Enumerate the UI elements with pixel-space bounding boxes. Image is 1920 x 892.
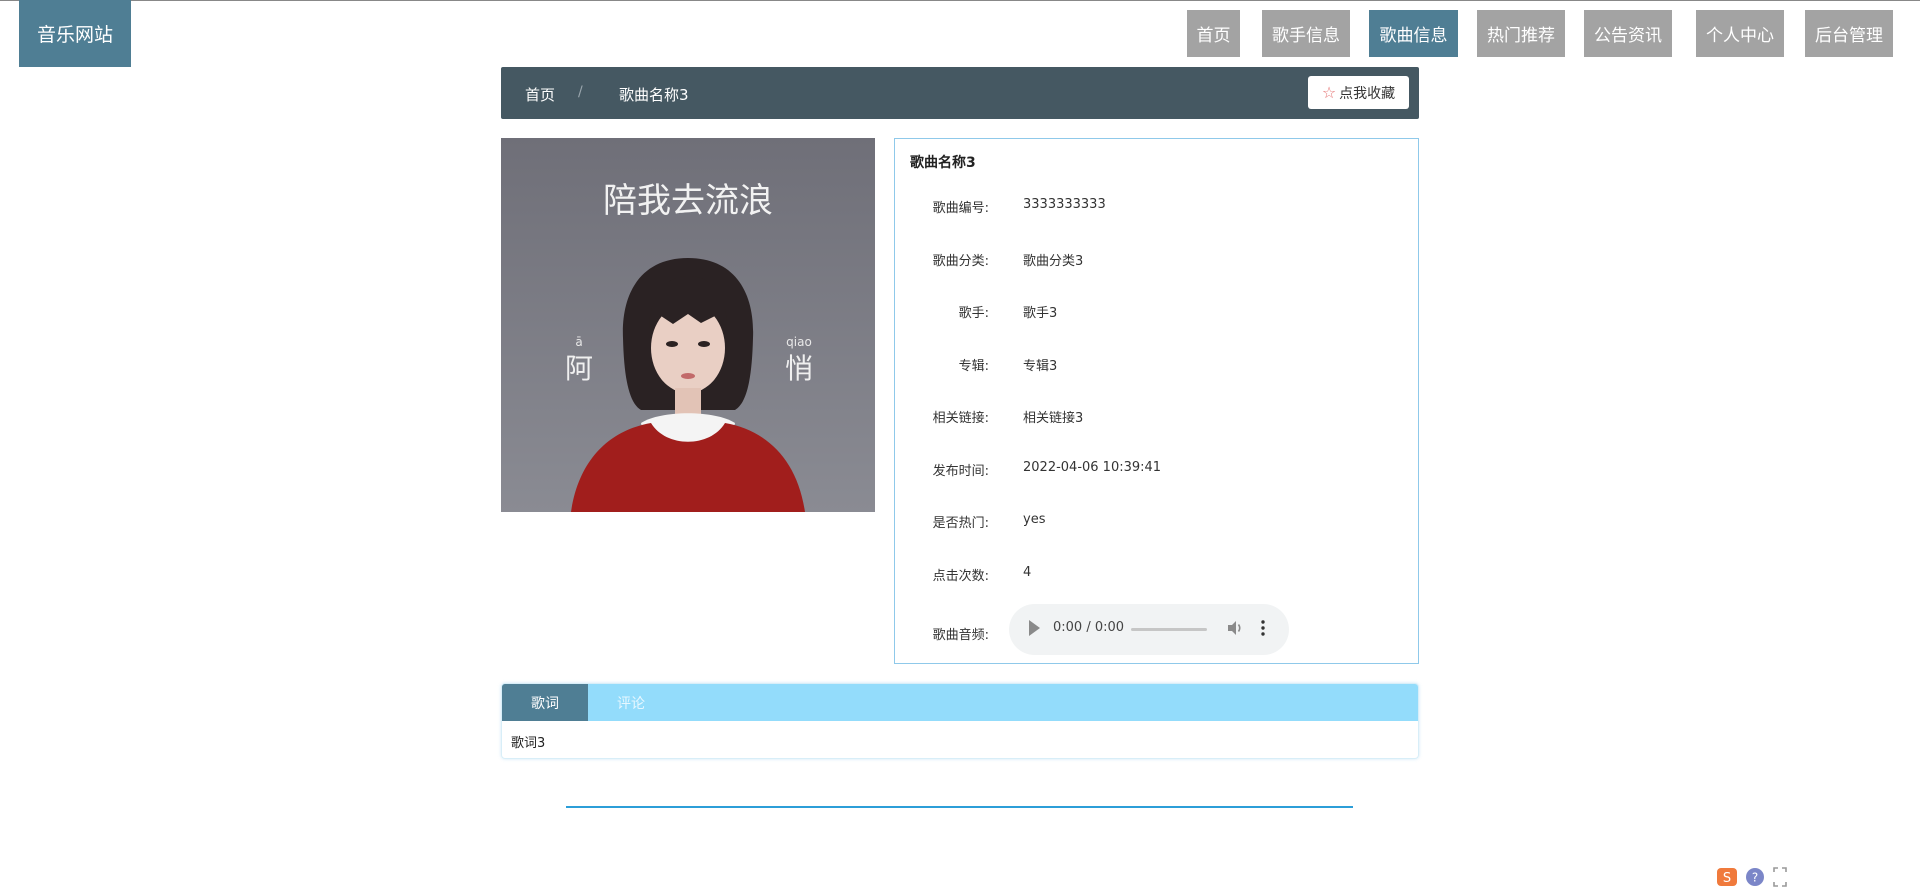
field-singer: 歌手: 歌手3 [895, 298, 1415, 322]
main-nav: 首页 歌手信息 歌曲信息 热门推荐 公告资讯 个人中心 后台管理 [0, 10, 1920, 58]
fullscreen-icon[interactable] [1772, 866, 1788, 888]
audio-time: 0:00 / 0:00 [1053, 620, 1125, 635]
field-label: 点击次数: [932, 569, 989, 584]
field-label: 歌曲编号: [932, 201, 989, 216]
nav-item-singers[interactable]: 歌手信息 [1262, 10, 1350, 57]
field-label: 专辑: [958, 359, 989, 374]
cover-left-pinyin: ā [575, 335, 582, 349]
tab-comments[interactable]: 评论 [588, 684, 674, 721]
field-value: yes [1023, 512, 1046, 527]
cover-title-text: 陪我去流浪 [603, 181, 773, 221]
favorite-label: 点我收藏 [1339, 85, 1396, 102]
field-release-time: 发布时间: 2022-04-06 10:39:41 [895, 456, 1415, 480]
field-value[interactable]: 相关链接3 [1023, 407, 1083, 426]
breadcrumb: 首页 / 歌曲名称3 ☆ 点我收藏 [501, 67, 1419, 119]
volume-icon[interactable] [1226, 619, 1244, 637]
field-label: 歌手: [958, 306, 989, 321]
lyrics-content: 歌词3 [511, 736, 546, 751]
field-value: 专辑3 [1023, 359, 1058, 374]
field-value: 4 [1023, 565, 1032, 580]
nav-item-home[interactable]: 首页 [1187, 10, 1240, 57]
song-cover-image: 陪我去流浪 ā 阿 qiao 悄 [501, 138, 875, 512]
nav-item-admin[interactable]: 后台管理 [1805, 10, 1893, 57]
cover-right-pinyin: qiao [786, 335, 812, 349]
field-song-id: 歌曲编号: 3333333333 [895, 193, 1415, 217]
more-options-icon[interactable] [1261, 619, 1265, 637]
play-icon[interactable] [1029, 620, 1040, 636]
cover-left-char: 阿 [565, 352, 593, 385]
ime-s-icon[interactable]: S [1716, 866, 1738, 888]
top-border [0, 0, 1920, 1]
tab-lyrics[interactable]: 歌词 [502, 684, 588, 721]
favorite-button[interactable]: ☆ 点我收藏 [1308, 76, 1409, 109]
field-value: 3333333333 [1023, 197, 1106, 212]
field-value: 歌曲分类3 [1023, 254, 1084, 269]
field-label: 发布时间: [932, 464, 989, 479]
cover-right-char: 悄 [785, 352, 813, 385]
breadcrumb-separator: / [578, 84, 583, 100]
lyrics-comments-tabs: 歌词 评论 歌词3 [501, 683, 1419, 759]
audio-player[interactable]: 0:00 / 0:00 [1009, 604, 1289, 655]
breadcrumb-current: 歌曲名称3 [619, 86, 689, 104]
svg-text:S: S [1723, 871, 1731, 886]
field-label: 歌曲分类: [932, 254, 989, 269]
tab-bar: 歌词 评论 [502, 684, 1418, 721]
field-label: 歌曲音频: [932, 628, 989, 643]
breadcrumb-home-link[interactable]: 首页 [525, 84, 555, 105]
song-title: 歌曲名称3 [910, 155, 976, 171]
field-album: 专辑: 专辑3 [895, 351, 1415, 375]
footer-divider [566, 806, 1353, 808]
cover-art: 陪我去流浪 ā 阿 qiao 悄 [501, 138, 875, 512]
field-value: 歌手3 [1023, 306, 1058, 321]
field-label: 是否热门: [932, 516, 989, 531]
nav-item-songs[interactable]: 歌曲信息 [1369, 10, 1458, 57]
field-label: 相关链接: [932, 411, 989, 426]
audio-progress-track[interactable] [1131, 628, 1207, 631]
field-value: 2022-04-06 10:39:41 [1023, 460, 1162, 475]
star-icon: ☆ [1321, 83, 1337, 102]
song-info-panel: 歌曲名称3 歌曲编号: 3333333333 歌曲分类: 歌曲分类3 歌手: 歌… [894, 138, 1419, 664]
help-icon[interactable]: ? [1744, 866, 1766, 888]
nav-item-profile[interactable]: 个人中心 [1696, 10, 1784, 57]
svg-text:?: ? [1752, 871, 1758, 885]
field-is-hot: 是否热门: yes [895, 508, 1415, 532]
field-click-count: 点击次数: 4 [895, 561, 1415, 585]
field-category: 歌曲分类: 歌曲分类3 [895, 246, 1415, 270]
nav-item-news[interactable]: 公告资讯 [1584, 10, 1672, 57]
field-link: 相关链接: 相关链接3 [895, 403, 1415, 427]
nav-item-hot[interactable]: 热门推荐 [1477, 10, 1565, 57]
